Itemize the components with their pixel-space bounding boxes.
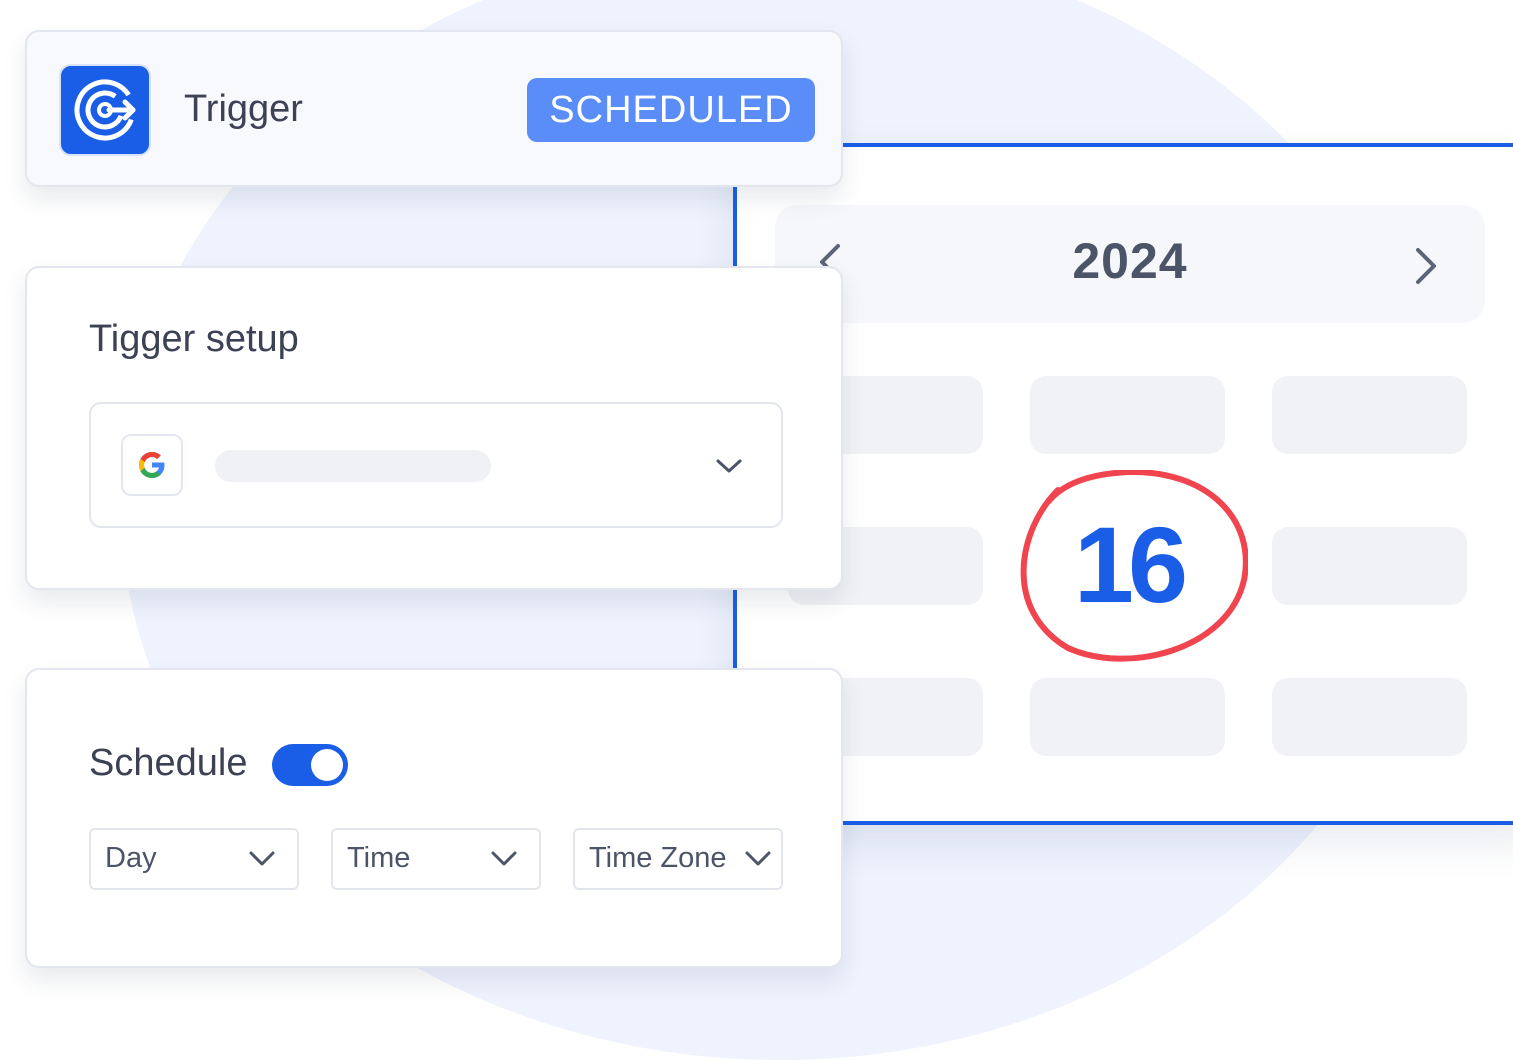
schedule-card: Schedule Day Time Time Zone: [25, 668, 843, 968]
select-placeholder: [215, 450, 491, 482]
dropdown-label: Time Zone: [589, 842, 727, 874]
calendar-cell[interactable]: [1030, 376, 1225, 454]
chevron-down-icon: [491, 850, 517, 873]
calendar-year: 2024: [1072, 233, 1188, 289]
chevron-right-icon[interactable]: [1408, 244, 1444, 297]
toggle-knob: [311, 749, 343, 781]
schedule-toggle[interactable]: [272, 744, 348, 786]
timezone-dropdown[interactable]: Time Zone: [573, 828, 783, 890]
trigger-setup-card: Tigger setup: [25, 266, 843, 590]
calendar-cell[interactable]: [1030, 678, 1225, 756]
target-arrow-icon: [59, 64, 151, 156]
status-badge: SCHEDULED: [527, 78, 815, 142]
date-number: 16: [1073, 504, 1188, 625]
dropdown-label: Day: [105, 842, 157, 874]
trigger-card[interactable]: Trigger SCHEDULED: [25, 30, 843, 187]
google-icon: [121, 434, 183, 496]
time-dropdown[interactable]: Time: [331, 828, 541, 890]
calendar-cell[interactable]: [1272, 376, 1467, 454]
chevron-down-icon: [715, 456, 743, 481]
day-dropdown[interactable]: Day: [89, 828, 299, 890]
calendar-cell[interactable]: [1272, 678, 1467, 756]
schedule-title: Schedule: [89, 742, 248, 784]
setup-title: Tigger setup: [89, 318, 299, 360]
chevron-down-icon: [745, 850, 771, 873]
dropdown-label: Time: [347, 842, 411, 874]
calendar-selected-date[interactable]: 16: [1008, 470, 1248, 670]
chevron-down-icon: [249, 850, 275, 873]
trigger-title: Trigger: [184, 88, 303, 130]
calendar-cell[interactable]: [1272, 527, 1467, 605]
provider-select[interactable]: [89, 402, 783, 528]
